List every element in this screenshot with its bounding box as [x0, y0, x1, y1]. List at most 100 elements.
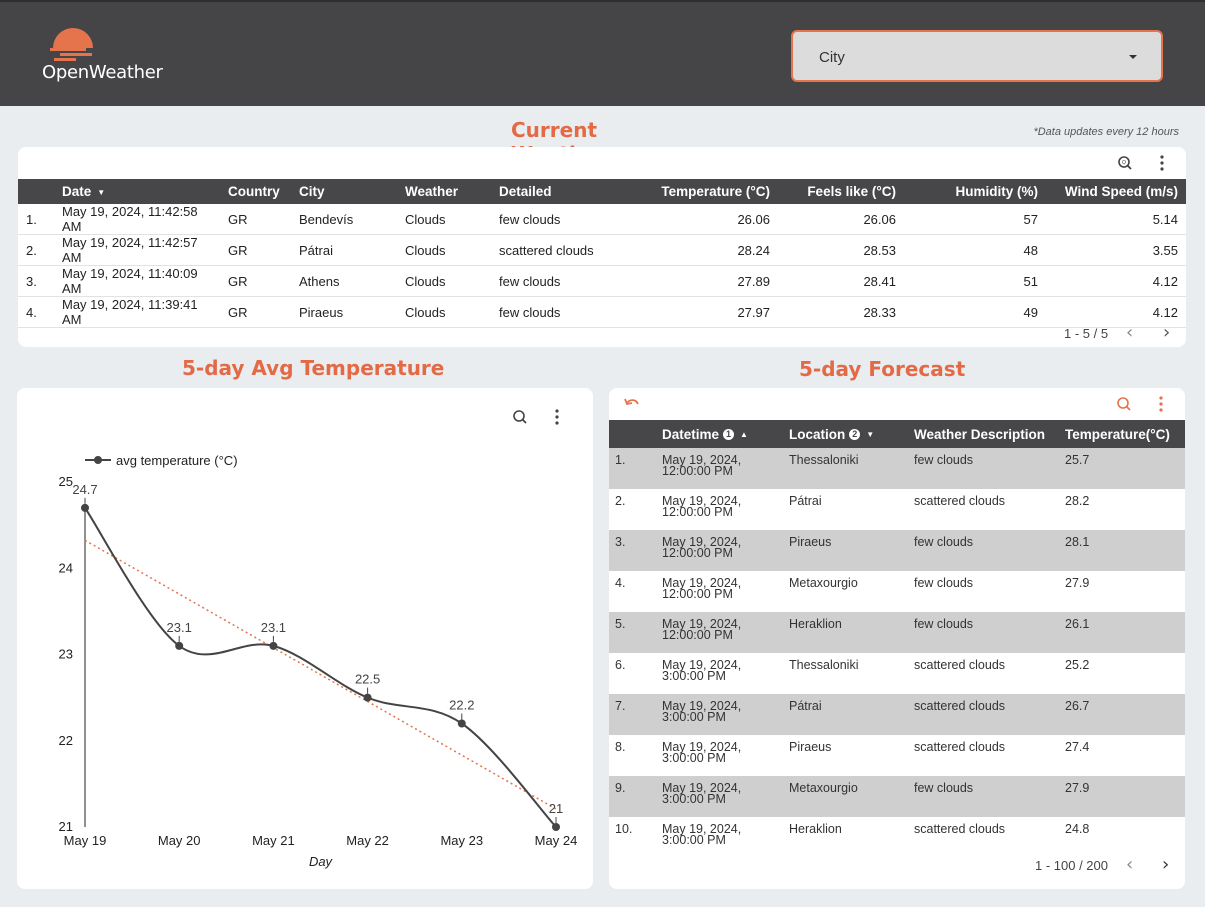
data-point: [269, 641, 278, 650]
city-filter-dropdown[interactable]: City: [791, 30, 1163, 82]
detailed-cell: few clouds: [491, 204, 627, 235]
update-note: *Data updates every 12 hours: [1033, 126, 1179, 138]
column-header-wind-speed[interactable]: Wind Speed (m/s): [1046, 179, 1186, 204]
column-header-city[interactable]: City: [291, 179, 397, 204]
temperature-cell: 28.1: [1059, 530, 1185, 571]
x-tick-label: May 19: [64, 833, 107, 848]
column-header-weather[interactable]: Weather: [397, 179, 491, 204]
row-number: 5.: [609, 612, 656, 653]
data-label: 21: [549, 801, 563, 816]
chevron-left-icon[interactable]: ‹: [1126, 322, 1133, 343]
humidity-cell: 48: [904, 234, 1046, 266]
column-header-datetime[interactable]: Datetime 1 ▲: [656, 420, 783, 448]
location-cell: Thessaloniki: [783, 653, 908, 694]
data-label: 22.2: [449, 698, 474, 713]
table-row[interactable]: 4. May 19, 2024, 12:00:00 PM Metaxourgio …: [609, 571, 1185, 612]
column-header-weather-description[interactable]: Weather Description: [908, 420, 1059, 448]
table-row[interactable]: 2. May 19, 2024, 11:42:57 AM GR Pátrai C…: [18, 234, 1186, 266]
datetime-time: 12:00:00 PM: [662, 628, 733, 642]
date-cell: May 19, 2024, 11:39:41 AM: [54, 296, 220, 328]
table-row[interactable]: 5. May 19, 2024, 12:00:00 PM Heraklion fe…: [609, 612, 1185, 653]
table-row[interactable]: 4. May 19, 2024, 11:39:41 AM GR Piraeus …: [18, 296, 1186, 328]
sort-desc-icon: ▼: [866, 430, 875, 440]
x-tick-label: May 24: [535, 833, 578, 848]
x-tick-label: May 22: [346, 833, 389, 848]
chevron-right-icon[interactable]: ›: [1163, 322, 1170, 343]
column-header-location[interactable]: Location 2 ▼: [783, 420, 908, 448]
temperature-cell: 27.4: [1059, 735, 1185, 776]
table-row[interactable]: 8. May 19, 2024, 3:00:00 PM Piraeus scatt…: [609, 735, 1185, 776]
undo-icon[interactable]: [623, 395, 641, 413]
row-number-header: [18, 179, 54, 204]
column-header-feels-like[interactable]: Feels like (°C): [778, 179, 904, 204]
forecast-title: 5-day Forecast: [799, 357, 966, 381]
city-filter-label: City: [819, 49, 845, 66]
column-header-date[interactable]: Date ▼: [54, 179, 220, 204]
column-header-country[interactable]: Country: [220, 179, 291, 204]
info-icon[interactable]: 1: [723, 429, 735, 441]
current-weather-table: Date ▼ Country City Weather Detailed Temp…: [18, 179, 1186, 328]
more-vert-icon[interactable]: [1153, 154, 1171, 172]
table-row[interactable]: 7. May 19, 2024, 3:00:00 PM Pátrai scatte…: [609, 694, 1185, 735]
datetime-cell: May 19, 2024, 12:00:00 PM: [656, 612, 783, 653]
legend-marker: [94, 456, 102, 464]
table-row[interactable]: 2. May 19, 2024, 12:00:00 PM Pátrai scatt…: [609, 489, 1185, 530]
table-row[interactable]: 9. May 19, 2024, 3:00:00 PM Metaxourgio f…: [609, 776, 1185, 817]
datetime-time: 3:00:00 PM: [662, 751, 726, 765]
datetime-time: 12:00:00 PM: [662, 505, 733, 519]
description-cell: scattered clouds: [908, 489, 1059, 530]
openweather-logo[interactable]: OpenWeather: [40, 26, 180, 86]
table-row[interactable]: 10. May 19, 2024, 3:00:00 PM Heraklion sc…: [609, 817, 1185, 858]
table-row[interactable]: 1. May 19, 2024, 11:42:58 AM GR Bendevís…: [18, 204, 1186, 235]
datetime-cell: May 19, 2024, 12:00:00 PM: [656, 530, 783, 571]
sort-desc-icon: ▼: [97, 187, 106, 197]
description-cell: scattered clouds: [908, 653, 1059, 694]
temperature-cell: 27.89: [627, 265, 778, 297]
chevron-left-icon[interactable]: ‹: [1126, 854, 1133, 875]
x-tick-label: May 20: [158, 833, 201, 848]
temperature-cell: 27.9: [1059, 776, 1185, 817]
column-header-detailed[interactable]: Detailed: [491, 179, 627, 204]
data-label: 23.1: [261, 620, 286, 635]
column-header-humidity[interactable]: Humidity (%): [904, 179, 1046, 204]
row-number: 4.: [609, 571, 656, 612]
data-point: [81, 503, 89, 512]
location-cell: Pátrai: [783, 489, 908, 530]
more-vert-icon[interactable]: [1152, 395, 1170, 413]
datetime-cell: May 19, 2024, 3:00:00 PM: [656, 653, 783, 694]
city-cell: Piraeus: [291, 296, 397, 328]
description-cell: few clouds: [908, 776, 1059, 817]
row-number: 9.: [609, 776, 656, 817]
column-header-temperature[interactable]: Temperature (°C): [627, 179, 778, 204]
trend-line: [84, 539, 557, 810]
row-number: 3.: [609, 530, 656, 571]
weather-cell: Clouds: [397, 204, 491, 235]
column-header-temperature[interactable]: Temperature(°C): [1059, 420, 1185, 448]
current-weather-title-line1: Current: [511, 118, 598, 142]
table-row[interactable]: 6. May 19, 2024, 3:00:00 PM Thessaloniki …: [609, 653, 1185, 694]
city-cell: Bendevís: [291, 204, 397, 235]
description-cell: few clouds: [908, 448, 1059, 489]
zoom-icon[interactable]: [1115, 395, 1133, 413]
location-cell: Metaxourgio: [783, 571, 908, 612]
country-cell: GR: [220, 265, 291, 297]
caret-down-icon: [1129, 55, 1137, 59]
city-cell: Pátrai: [291, 234, 397, 266]
description-cell: few clouds: [908, 530, 1059, 571]
y-tick-label: 25: [59, 474, 73, 489]
datetime-time: 12:00:00 PM: [662, 464, 733, 478]
table-row[interactable]: 3. May 19, 2024, 11:40:09 AM GR Athens C…: [18, 265, 1186, 297]
feels-like-cell: 26.06: [778, 204, 904, 235]
datetime-cell: May 19, 2024, 3:00:00 PM: [656, 817, 783, 858]
zoom-icon[interactable]: Q: [1116, 154, 1134, 172]
avg-temperature-card: 21 22 23 24 25 May 19 May 20 May 21 May 22 May 23…: [17, 388, 593, 889]
detailed-cell: scattered clouds: [491, 234, 627, 266]
help-icon[interactable]: 2: [849, 429, 861, 441]
table-row[interactable]: 1. May 19, 2024, 12:00:00 PM Thessaloniki…: [609, 448, 1185, 489]
x-axis-label: Day: [309, 854, 334, 869]
temperature-cell: 24.8: [1059, 817, 1185, 858]
datetime-cell: May 19, 2024, 3:00:00 PM: [656, 694, 783, 735]
table-row[interactable]: 3. May 19, 2024, 12:00:00 PM Piraeus few …: [609, 530, 1185, 571]
chevron-right-icon[interactable]: ›: [1162, 854, 1169, 875]
country-cell: GR: [220, 296, 291, 328]
